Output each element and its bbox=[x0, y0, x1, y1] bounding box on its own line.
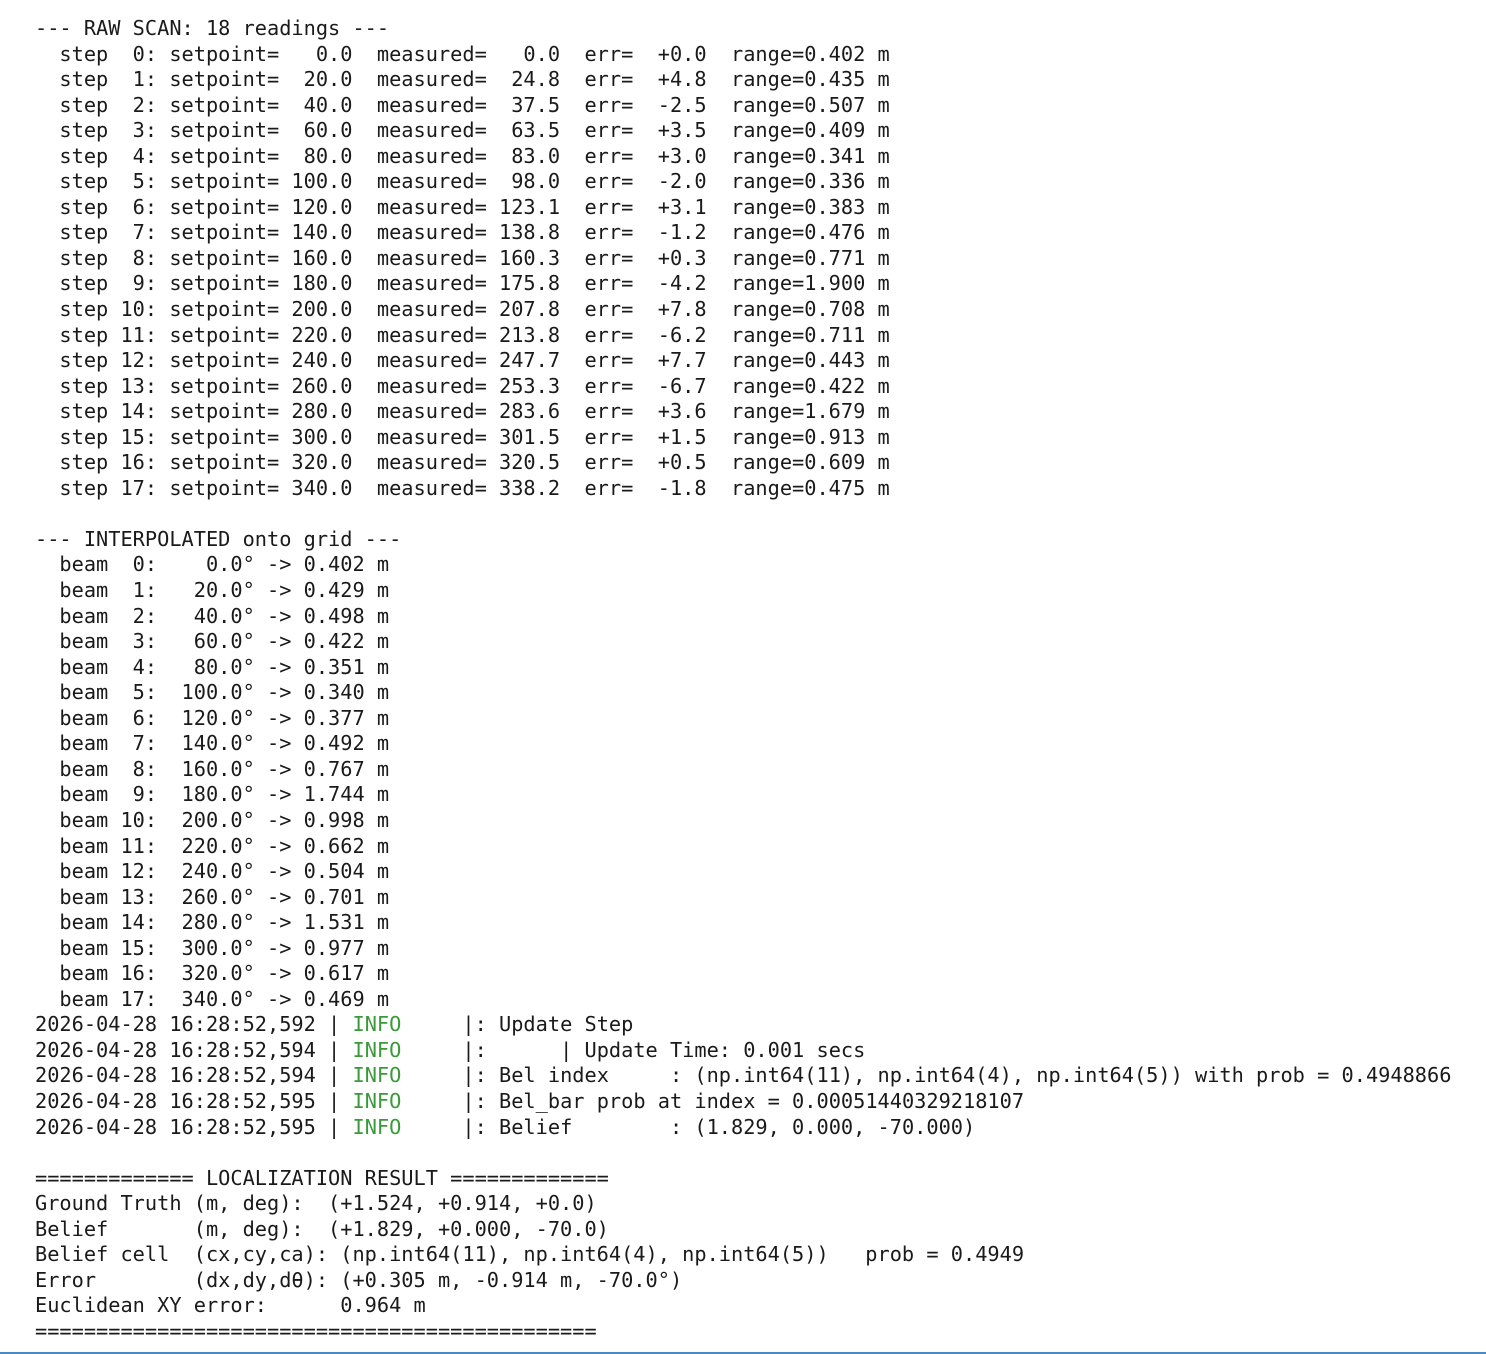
raw-scan-row: step 15: setpoint= 300.0 measured= 301.5… bbox=[35, 424, 890, 449]
raw-scan-list: step 0: setpoint= 0.0 measured= 0.0 err=… bbox=[35, 42, 1486, 502]
log-message: |: | Update Time: 0.001 secs bbox=[401, 1037, 866, 1062]
interpolated-row: beam 14: 280.0° -> 1.531 m bbox=[35, 910, 390, 935]
raw-scan-row: step 9: setpoint= 180.0 measured= 175.8 … bbox=[35, 271, 890, 296]
log-level-badge: INFO bbox=[352, 1037, 402, 1062]
log-message: |: Bel index : (np.int64(11), np.int64(4… bbox=[401, 1063, 1452, 1088]
interpolated-row: beam 0: 0.0° -> 0.402 m bbox=[35, 552, 390, 577]
interpolated-row: beam 11: 220.0° -> 0.662 m bbox=[35, 833, 390, 858]
result-footer: ========================================… bbox=[35, 1318, 597, 1343]
raw-scan-row: step 4: setpoint= 80.0 measured= 83.0 er… bbox=[35, 143, 890, 168]
log-message: |: Update Step bbox=[401, 1012, 634, 1037]
raw-scan-row: step 13: setpoint= 260.0 measured= 253.3… bbox=[35, 373, 890, 398]
log-message: |: Belief : (1.829, 0.000, -70.000) bbox=[401, 1114, 976, 1139]
interpolated-row: beam 8: 160.0° -> 0.767 m bbox=[35, 756, 390, 781]
result-row: Belief cell (cx,cy,ca): (np.int64(11), n… bbox=[35, 1242, 1025, 1267]
log-timestamp: 2026-04-28 16:28:52,594 | bbox=[35, 1063, 353, 1088]
log-message: |: Bel_bar prob at index = 0.00051440329… bbox=[401, 1088, 1025, 1113]
result-row: Belief (m, deg): (+1.829, +0.000, -70.0) bbox=[35, 1216, 609, 1241]
interpolated-row: beam 3: 60.0° -> 0.422 m bbox=[35, 629, 390, 654]
raw-scan-header: --- RAW SCAN: 18 readings --- bbox=[35, 16, 390, 40]
interpolated-row: beam 1: 20.0° -> 0.429 m bbox=[35, 578, 390, 603]
interpolated-row: beam 2: 40.0° -> 0.498 m bbox=[35, 603, 390, 628]
log-level-badge: INFO bbox=[352, 1063, 402, 1088]
raw-scan-row: step 17: setpoint= 340.0 measured= 338.2… bbox=[35, 475, 890, 500]
result-row: Ground Truth (m, deg): (+1.524, +0.914, … bbox=[35, 1191, 597, 1216]
result-row: Error (dx,dy,dθ): (+0.305 m, -0.914 m, -… bbox=[35, 1267, 683, 1292]
raw-scan-row: step 8: setpoint= 160.0 measured= 160.3 … bbox=[35, 245, 890, 270]
interpolated-row: beam 9: 180.0° -> 1.744 m bbox=[35, 782, 390, 807]
interpolated-row: beam 12: 240.0° -> 0.504 m bbox=[35, 859, 390, 884]
raw-scan-row: step 5: setpoint= 100.0 measured= 98.0 e… bbox=[35, 169, 890, 194]
result-row: Euclidean XY error: 0.964 m bbox=[35, 1293, 426, 1318]
raw-scan-row: step 1: setpoint= 20.0 measured= 24.8 er… bbox=[35, 67, 890, 92]
interpolated-header: --- INTERPOLATED onto grid --- bbox=[35, 526, 402, 551]
interpolated-row: beam 15: 300.0° -> 0.977 m bbox=[35, 935, 390, 960]
interpolated-row: beam 10: 200.0° -> 0.998 m bbox=[35, 807, 390, 832]
log-timestamp: 2026-04-28 16:28:52,592 | bbox=[35, 1012, 353, 1037]
raw-scan-row: step 7: setpoint= 140.0 measured= 138.8 … bbox=[35, 220, 890, 245]
terminal-output: --- RAW SCAN: 18 readings --- step 0: se… bbox=[0, 0, 1486, 1349]
interpolated-row: beam 13: 260.0° -> 0.701 m bbox=[35, 884, 390, 909]
log-timestamp: 2026-04-28 16:28:52,594 | bbox=[35, 1037, 353, 1062]
interpolated-row: beam 6: 120.0° -> 0.377 m bbox=[35, 705, 390, 730]
raw-scan-row: step 16: setpoint= 320.0 measured= 320.5… bbox=[35, 450, 890, 475]
log-level-badge: INFO bbox=[352, 1088, 402, 1113]
interpolated-row: beam 17: 340.0° -> 0.469 m bbox=[35, 986, 390, 1011]
log-list: 2026-04-28 16:28:52,592 | INFO |: Update… bbox=[35, 1012, 1486, 1140]
raw-scan-row: step 14: setpoint= 280.0 measured= 283.6… bbox=[35, 399, 890, 424]
log-timestamp: 2026-04-28 16:28:52,595 | bbox=[35, 1088, 353, 1113]
log-level-badge: INFO bbox=[352, 1012, 402, 1037]
raw-scan-row: step 12: setpoint= 240.0 measured= 247.7… bbox=[35, 348, 890, 373]
log-timestamp: 2026-04-28 16:28:52,595 | bbox=[35, 1114, 353, 1139]
result-list: Ground Truth (m, deg): (+1.524, +0.914, … bbox=[35, 1191, 1486, 1319]
interpolated-row: beam 5: 100.0° -> 0.340 m bbox=[35, 680, 390, 705]
interpolated-row: beam 4: 80.0° -> 0.351 m bbox=[35, 654, 390, 679]
raw-scan-row: step 0: setpoint= 0.0 measured= 0.0 err=… bbox=[35, 41, 890, 66]
log-line: 2026-04-28 16:28:52,594 | INFO |: Bel in… bbox=[35, 1063, 1486, 1089]
log-level-badge: INFO bbox=[352, 1114, 402, 1139]
interpolated-row: beam 7: 140.0° -> 0.492 m bbox=[35, 731, 390, 756]
interpolated-list: beam 0: 0.0° -> 0.402 m beam 1: 20.0° ->… bbox=[35, 552, 1486, 1012]
raw-scan-row: step 3: setpoint= 60.0 measured= 63.5 er… bbox=[35, 118, 890, 143]
raw-scan-row: step 11: setpoint= 220.0 measured= 213.8… bbox=[35, 322, 890, 347]
log-line: 2026-04-28 16:28:52,594 | INFO |: | Upda… bbox=[35, 1038, 1486, 1064]
log-line: 2026-04-28 16:28:52,595 | INFO |: Bel_ba… bbox=[35, 1089, 1486, 1115]
raw-scan-row: step 6: setpoint= 120.0 measured= 123.1 … bbox=[35, 194, 890, 219]
raw-scan-row: step 10: setpoint= 200.0 measured= 207.8… bbox=[35, 297, 890, 322]
raw-scan-row: step 2: setpoint= 40.0 measured= 37.5 er… bbox=[35, 92, 890, 117]
log-line: 2026-04-28 16:28:52,595 | INFO |: Belief… bbox=[35, 1115, 1486, 1141]
result-header: ============= LOCALIZATION RESULT ======… bbox=[35, 1165, 609, 1190]
log-line: 2026-04-28 16:28:52,592 | INFO |: Update… bbox=[35, 1012, 1486, 1038]
interpolated-row: beam 16: 320.0° -> 0.617 m bbox=[35, 961, 390, 986]
